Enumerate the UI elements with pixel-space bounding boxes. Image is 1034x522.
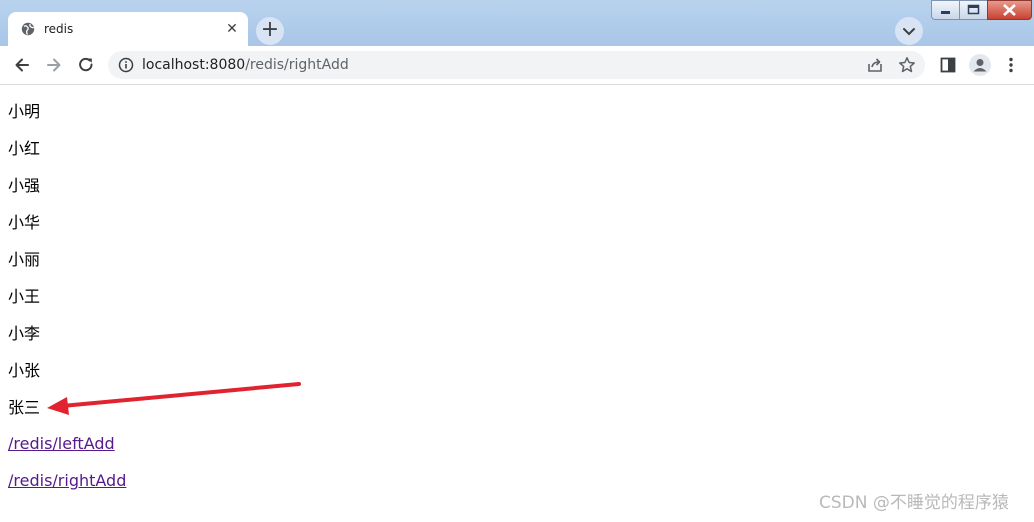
tab-search-chevron: [903, 28, 915, 36]
info-icon[interactable]: [118, 57, 134, 73]
list-item-highlighted: 张三: [8, 398, 41, 417]
left-add-link[interactable]: /redis/leftAdd: [8, 435, 115, 453]
list-item: 小红: [8, 139, 41, 158]
list-item: 小李: [8, 324, 41, 343]
arrow-right-icon[interactable]: [44, 55, 64, 75]
list-item: 小华: [8, 213, 41, 232]
globe-icon: [21, 22, 35, 36]
minimize-icon[interactable]: [931, 0, 960, 20]
close-window-icon[interactable]: [987, 0, 1032, 20]
address-url[interactable]: localhost:8080/redis/rightAdd: [142, 57, 349, 73]
tab-strip: redis ✕ +: [0, 0, 1034, 46]
side-panel-icon[interactable]: [938, 55, 958, 75]
annotation-arrow-icon: [47, 382, 301, 415]
close-icon[interactable]: ✕: [224, 21, 240, 37]
browser-window: redis ✕ + localhost:8080/redis/rightAdd …: [0, 0, 1034, 522]
list-item: 小明: [8, 102, 41, 121]
plus-icon[interactable]: +: [256, 17, 284, 45]
list-item: 小王: [8, 287, 41, 306]
arrow-left-icon[interactable]: [12, 55, 32, 75]
list-item: 小丽: [8, 250, 41, 269]
star-icon[interactable]: [898, 56, 916, 74]
browser-toolbar: localhost:8080/redis/rightAdd: [0, 46, 1034, 85]
window-controls: [931, 0, 1032, 20]
person-icon[interactable]: [969, 54, 991, 76]
tab-title: redis: [44, 22, 74, 36]
list-item: 小强: [8, 176, 41, 195]
right-add-link[interactable]: /redis/rightAdd: [8, 472, 126, 490]
address-path: /redis/rightAdd: [245, 57, 349, 73]
restore-icon[interactable]: [959, 0, 988, 20]
watermark: CSDN @不睡觉的程序猿: [819, 493, 1009, 513]
chevron-down-icon[interactable]: [895, 17, 923, 45]
reload-icon[interactable]: [76, 55, 96, 75]
kebab-menu-icon[interactable]: [1001, 55, 1021, 75]
share-icon[interactable]: [866, 56, 884, 74]
tab-redis[interactable]: redis ✕: [8, 12, 248, 46]
address-bar[interactable]: localhost:8080/redis/rightAdd: [108, 51, 925, 79]
list-item: 小张: [8, 361, 41, 380]
address-host: localhost:8080: [142, 57, 246, 73]
